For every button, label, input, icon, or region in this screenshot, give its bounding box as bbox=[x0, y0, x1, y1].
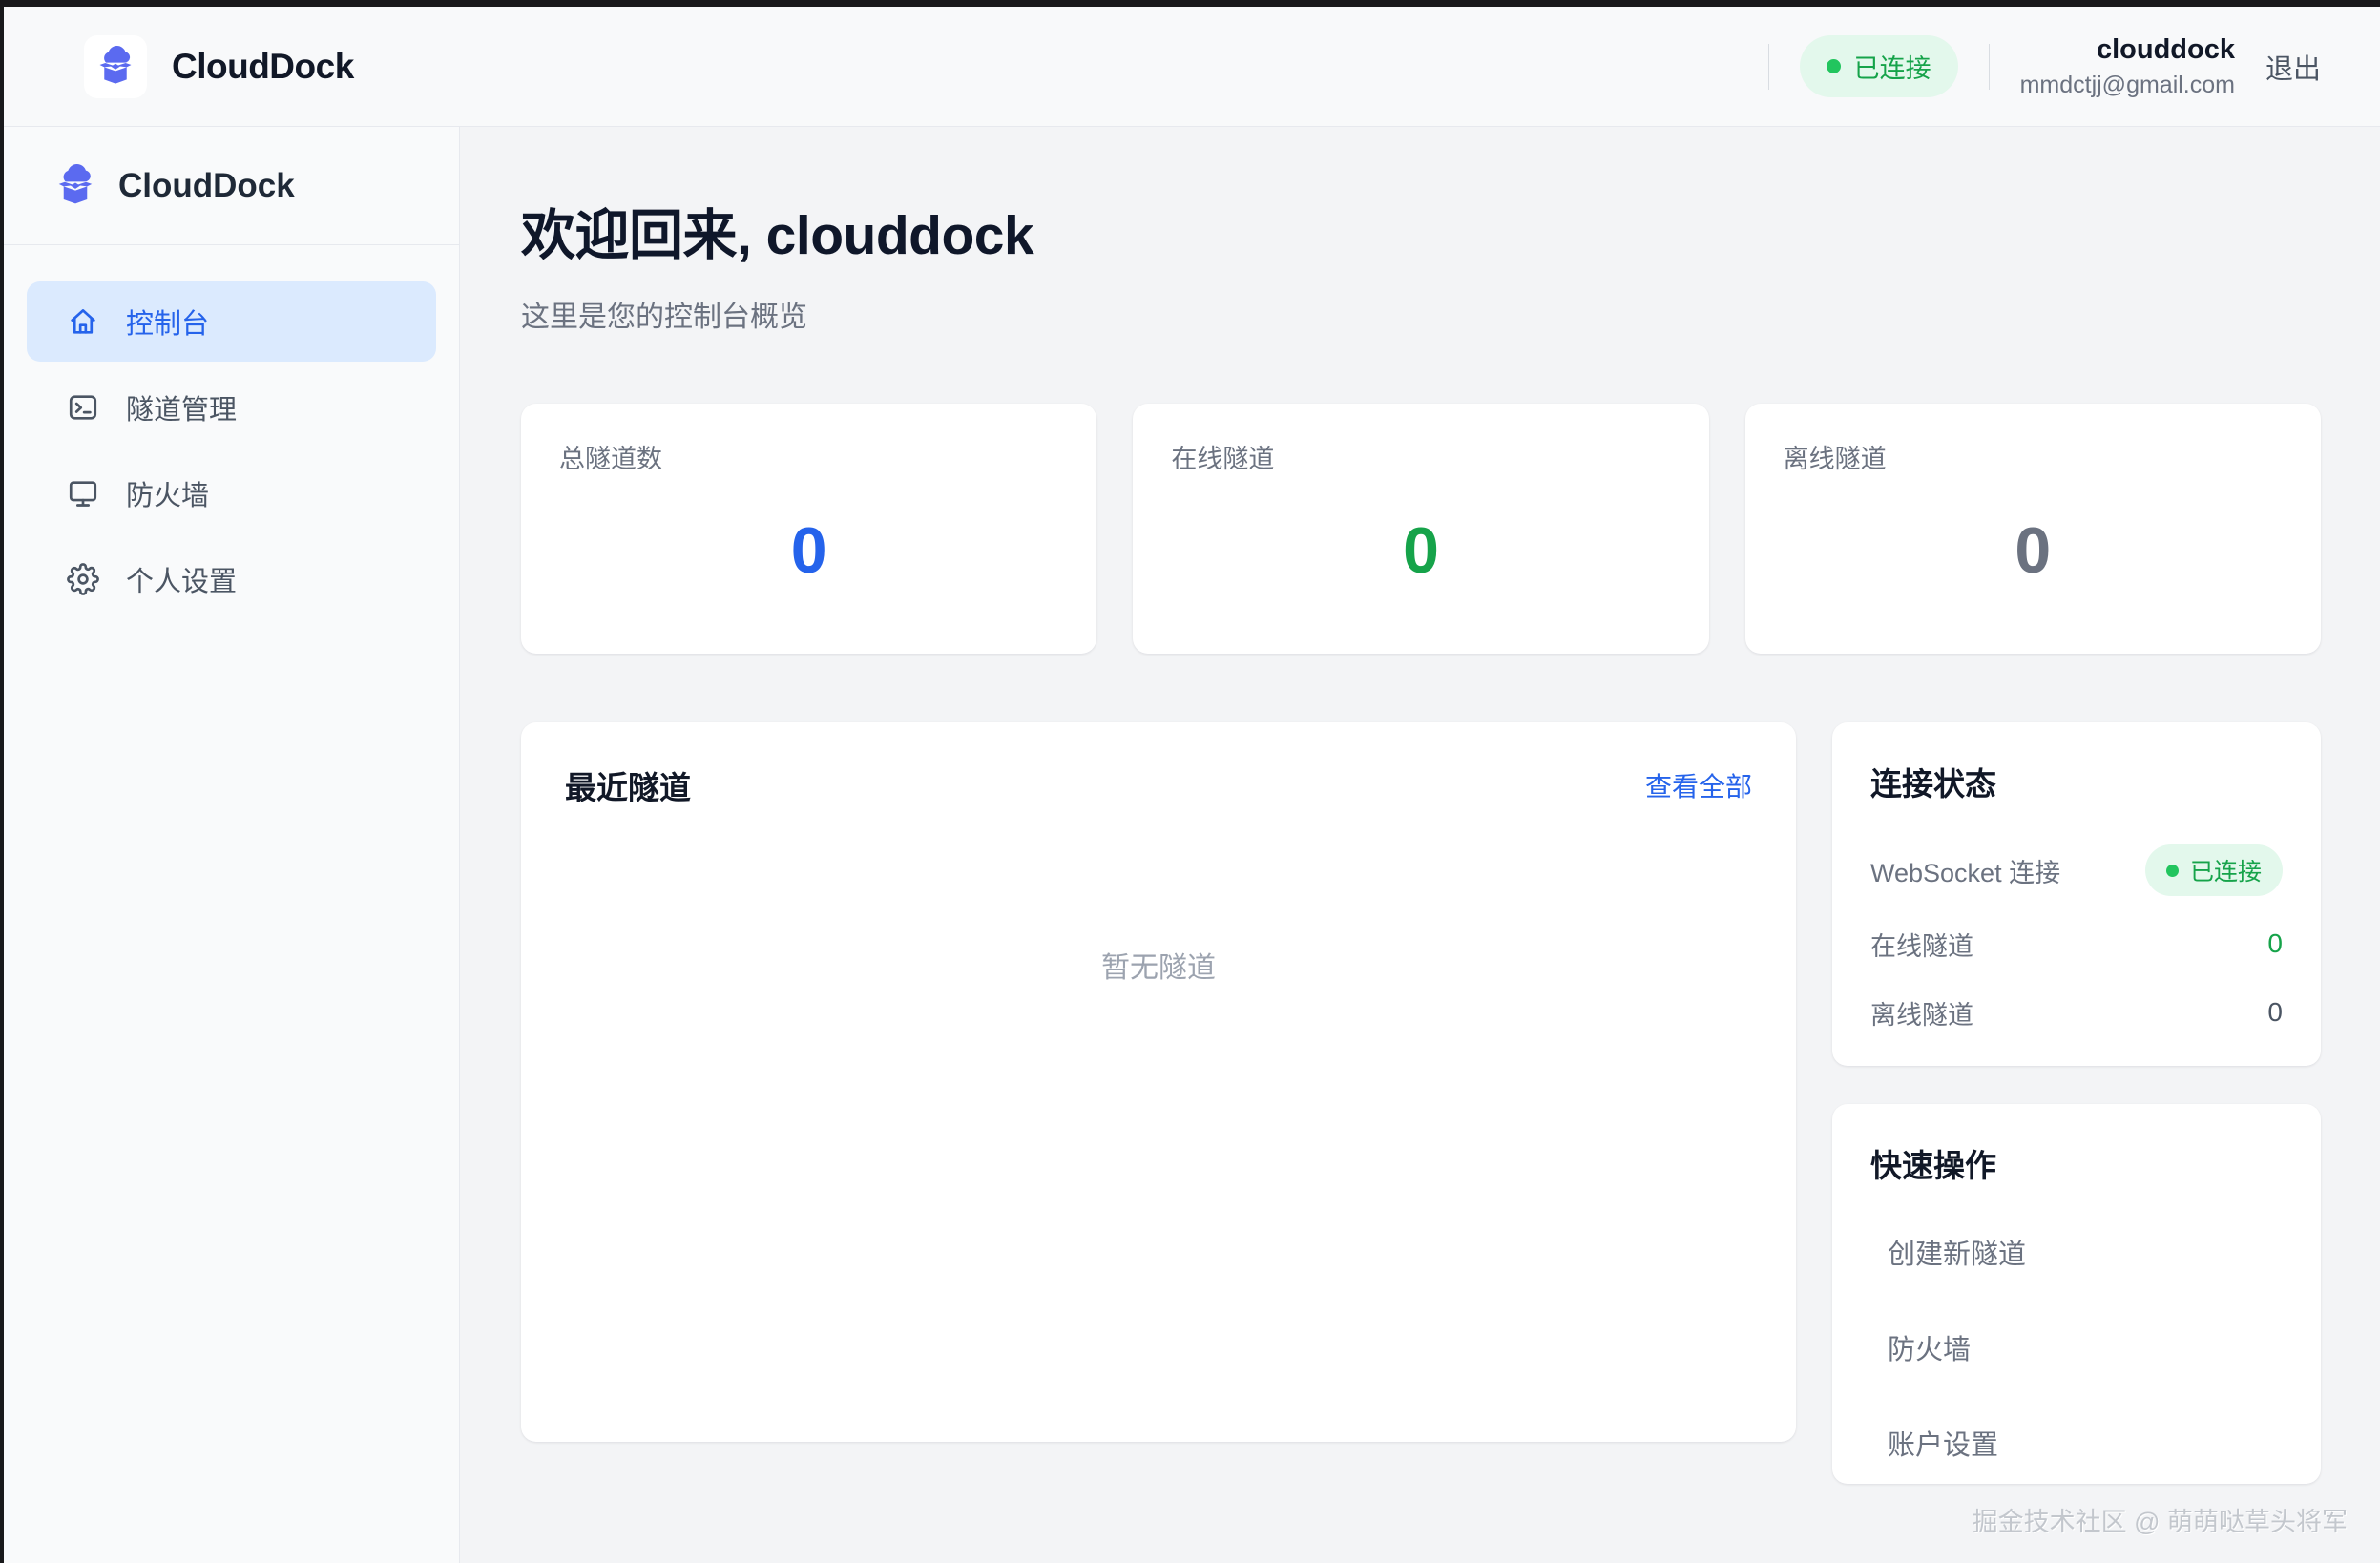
connection-status-card: 连接状态 WebSocket 连接 已连接 在线隧道 0 bbox=[1832, 722, 2321, 1066]
status-dot-icon bbox=[2166, 865, 2179, 877]
stat-label: 在线隧道 bbox=[1171, 438, 1670, 475]
stat-value: 0 bbox=[1171, 513, 1670, 588]
main-content: 欢迎回来, clouddock 这里是您的控制台概览 总隧道数 0 在线隧道 0… bbox=[460, 127, 2380, 1563]
app-window: CloudDock 已连接 clouddock mmdctjj@gmail.co… bbox=[0, 0, 2380, 1563]
user-name: clouddock bbox=[2020, 32, 2235, 67]
websocket-status-badge-label: 已连接 bbox=[2190, 853, 2262, 887]
quick-action-firewall[interactable]: 防火墙 bbox=[1870, 1327, 2283, 1367]
status-row-label: WebSocket 连接 bbox=[1870, 852, 2060, 889]
monitor-icon bbox=[67, 477, 99, 510]
stats-row: 总隧道数 0 在线隧道 0 离线隧道 0 bbox=[521, 404, 2321, 654]
sidebar-item-label: 控制台 bbox=[126, 302, 209, 342]
sidebar-item-label: 个人设置 bbox=[126, 559, 237, 599]
view-all-link[interactable]: 查看全部 bbox=[1645, 766, 1752, 804]
header-brand-name: CloudDock bbox=[172, 47, 354, 87]
header-divider bbox=[1989, 44, 1990, 90]
stat-value: 0 bbox=[559, 513, 1058, 588]
sidebar-item-tunnels[interactable]: 隧道管理 bbox=[27, 367, 436, 448]
sidebar-item-label: 隧道管理 bbox=[126, 387, 237, 427]
top-header: CloudDock 已连接 clouddock mmdctjj@gmail.co… bbox=[4, 7, 2380, 127]
logout-button[interactable]: 退出 bbox=[2265, 47, 2321, 87]
status-row-value: 0 bbox=[2267, 928, 2283, 959]
quick-action-create-tunnel[interactable]: 创建新隧道 bbox=[1870, 1232, 2283, 1272]
header-right-group: 已连接 clouddock mmdctjj@gmail.com 退出 bbox=[1768, 32, 2321, 101]
connection-status-title: 连接状态 bbox=[1870, 759, 2283, 804]
websocket-status-badge: 已连接 bbox=[2145, 844, 2283, 896]
status-row-online: 在线隧道 0 bbox=[1870, 923, 2283, 965]
home-icon bbox=[67, 305, 99, 338]
quick-action-account-settings[interactable]: 账户设置 bbox=[1870, 1423, 2283, 1463]
sidebar-brand: CloudDock bbox=[4, 127, 459, 245]
recent-tunnels-card: 最近隧道 查看全部 暂无隧道 bbox=[521, 722, 1796, 1442]
user-info: clouddock mmdctjj@gmail.com bbox=[2020, 32, 2235, 101]
stat-label: 离线隧道 bbox=[1784, 438, 2283, 475]
stat-card-offline-tunnels: 离线隧道 0 bbox=[1745, 404, 2321, 654]
sidebar-item-dashboard[interactable]: 控制台 bbox=[27, 281, 436, 362]
status-dot-icon bbox=[1827, 59, 1841, 73]
status-row-websocket: WebSocket 连接 已连接 bbox=[1870, 844, 2283, 896]
quick-actions-title: 快速操作 bbox=[1870, 1140, 2283, 1186]
sidebar-nav: 控制台 隧道管理 防火墙 个人设置 bbox=[4, 245, 459, 661]
recent-tunnels-title: 最近隧道 bbox=[565, 762, 691, 808]
sidebar-item-label: 防火墙 bbox=[126, 473, 209, 513]
page-subtitle: 这里是您的控制台概览 bbox=[521, 293, 2321, 335]
terminal-icon bbox=[67, 391, 99, 424]
empty-state-text: 暂无隧道 bbox=[565, 944, 1752, 986]
status-row-offline: 离线隧道 0 bbox=[1870, 991, 2283, 1033]
header-brand: CloudDock bbox=[84, 35, 354, 98]
sidebar-brand-name: CloudDock bbox=[118, 167, 295, 205]
stat-card-online-tunnels: 在线隧道 0 bbox=[1133, 404, 1708, 654]
stat-card-total-tunnels: 总隧道数 0 bbox=[521, 404, 1096, 654]
connection-status-badge: 已连接 bbox=[1800, 35, 1958, 97]
sidebar-item-firewall[interactable]: 防火墙 bbox=[27, 453, 436, 533]
status-row-value: 0 bbox=[2267, 997, 2283, 1028]
quick-actions-card: 快速操作 创建新隧道 防火墙 账户设置 bbox=[1832, 1104, 2321, 1484]
user-email: mmdctjj@gmail.com bbox=[2020, 71, 2235, 100]
stat-label: 总隧道数 bbox=[559, 438, 1058, 475]
right-column: 连接状态 WebSocket 连接 已连接 在线隧道 0 bbox=[1832, 722, 2321, 1484]
page-title: 欢迎回来, clouddock bbox=[521, 192, 2321, 270]
clouddock-logo-icon bbox=[53, 164, 97, 208]
status-row-label: 离线隧道 bbox=[1870, 994, 1973, 1032]
gear-icon bbox=[67, 563, 99, 595]
connection-status-badge-label: 已连接 bbox=[1854, 48, 1931, 85]
header-divider bbox=[1768, 44, 1769, 90]
sidebar-item-settings[interactable]: 个人设置 bbox=[27, 539, 436, 619]
bottom-row: 最近隧道 查看全部 暂无隧道 连接状态 WebSocket 连接 已连接 bbox=[521, 722, 2321, 1484]
stat-value: 0 bbox=[1784, 513, 2283, 588]
watermark-text: 掘金技术社区 @ 萌萌哒草头将军 bbox=[1973, 1501, 2348, 1538]
clouddock-logo-icon bbox=[84, 35, 147, 98]
sidebar: CloudDock 控制台 隧道管理 防火墙 个人设置 bbox=[4, 127, 460, 1563]
status-row-label: 在线隧道 bbox=[1870, 926, 1973, 963]
